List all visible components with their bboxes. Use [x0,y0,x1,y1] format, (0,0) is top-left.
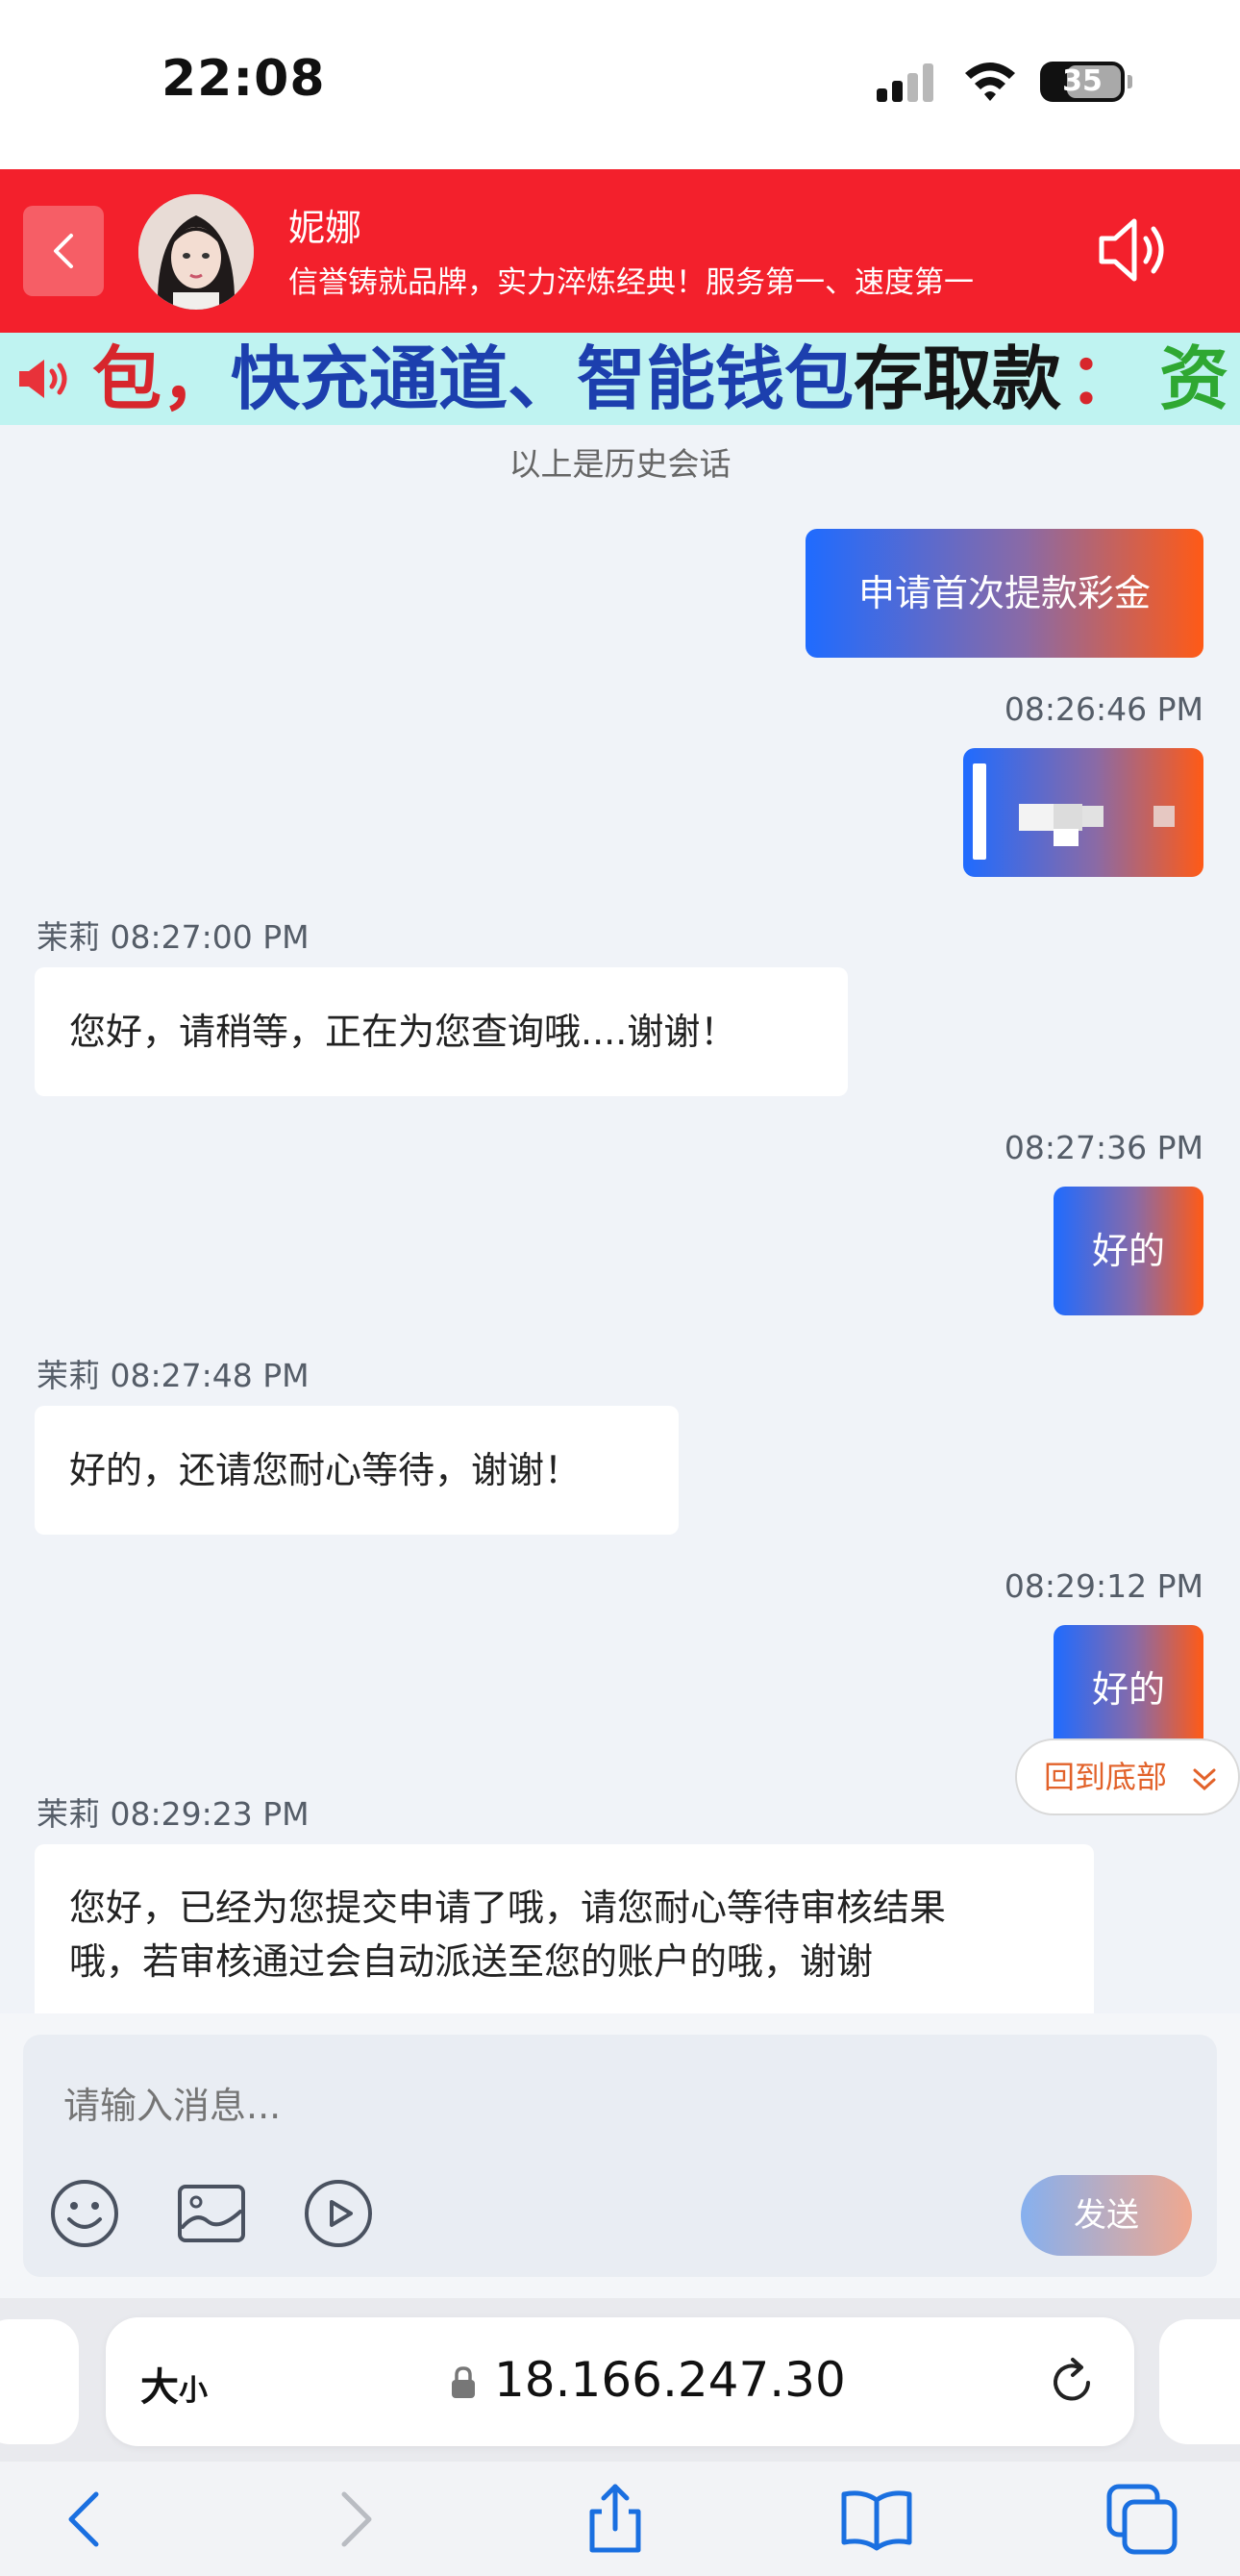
message-time: 08:27:48 PM [110,1357,310,1394]
composer-card: 发送 [23,2035,1217,2277]
marquee-text: 包，快充通道、智能钱包存取款：资 [92,340,1228,417]
agent-tagline: 信誉铸就品牌，实力淬炼经典！服务第一、速度第一 [288,265,974,300]
outgoing-message-bubble[interactable]: 好的 [1054,1625,1203,1754]
text-size-large: 大 [140,2365,179,2410]
battery-icon: 35 [1040,62,1132,102]
message-time: 08:27:36 PM [1004,1129,1203,1166]
marquee-segment: 快充通道、智能钱包 [231,338,855,419]
address-bar[interactable]: 大小 18.166.247.30 [106,2317,1134,2446]
scroll-to-bottom-button[interactable]: 回到底部 [1015,1738,1240,1815]
message-time: 08:29:23 PM [110,1795,310,1833]
browser-address-area: 大小 18.166.247.30 [0,2298,1240,2462]
image-placeholder-pixel [1153,806,1175,827]
double-chevron-down-icon [1193,1768,1216,1791]
reload-icon[interactable] [1046,2356,1100,2410]
sender-name: 茉莉 [37,918,100,956]
outgoing-message-bubble[interactable]: 好的 [1054,1187,1203,1315]
outgoing-message-bubble[interactable]: 申请首次提款彩金 [806,529,1203,658]
marquee-segment: ： [1069,338,1139,419]
bookmarks-icon[interactable] [840,2483,913,2556]
message-line: 您好，已经为您提交申请了哦，请您耐心等待审核结果 [69,1887,947,1929]
message-sender-time: 茉莉 08:29:23 PM [37,1788,310,1835]
image-placeholder-pixel [1019,804,1054,831]
next-tab-preview[interactable] [1159,2319,1240,2444]
message-sender-time: 茉莉 08:27:48 PM [37,1350,310,1396]
message-sender-time: 茉莉 08:27:00 PM [37,912,310,958]
chat-header: 妮娜 信誉铸就品牌，实力淬炼经典！服务第一、速度第一 [0,169,1240,333]
previous-tab-preview[interactable] [0,2319,79,2444]
battery-level: 35 [1062,64,1103,98]
marquee-segment: 包， [92,338,232,419]
message-input[interactable] [63,2085,1025,2127]
sender-name: 茉莉 [37,1357,100,1394]
message-time: 08:27:00 PM [110,918,310,956]
chevron-left-icon [54,234,73,268]
status-time: 22:08 [161,50,326,108]
message-line: 哦，若审核通过会自动派送至您的账户的哦，谢谢 [69,1940,874,1983]
incoming-message-bubble[interactable]: 好的，还请您耐心等待，谢谢！ [35,1406,679,1535]
lock-icon [452,2366,475,2398]
share-icon[interactable] [579,2483,652,2556]
image-icon[interactable] [175,2177,248,2250]
message-time: 08:26:46 PM [1004,690,1203,728]
avatar-portrait-icon [138,194,254,310]
text-size-button[interactable]: 大小 [140,2356,208,2412]
wifi-icon [965,63,1015,101]
incoming-message-bubble[interactable]: 您好，请稍等，正在为您查询哦....谢谢！ [35,967,848,1096]
speaker-icon[interactable] [1094,210,1175,290]
announcement-marquee: 包，快充通道、智能钱包存取款：资 [0,333,1240,425]
agent-name: 妮娜 [288,207,362,249]
scroll-to-bottom-label: 回到底部 [1044,1759,1168,1795]
message-composer: 发送 [0,2013,1240,2298]
agent-avatar[interactable] [138,194,254,310]
message-time: 08:29:12 PM [1004,1567,1203,1605]
marquee-segment: 资 [1159,338,1229,419]
announcement-horn-icon [19,360,67,398]
sender-name: 茉莉 [37,1795,100,1833]
url-text: 18.166.247.30 [494,2352,846,2408]
text-size-small: 小 [179,2374,208,2408]
browser-back-icon[interactable] [50,2483,123,2556]
emoji-icon[interactable] [48,2177,121,2250]
back-button[interactable] [23,206,104,296]
image-placeholder-pixel [1082,806,1104,827]
browser-forward-icon[interactable] [317,2483,390,2556]
video-icon[interactable] [302,2177,375,2250]
browser-toolbar [0,2462,1240,2576]
tabs-icon[interactable] [1105,2483,1178,2556]
cellular-signal-icon [877,63,944,102]
image-placeholder-pixel [1054,829,1079,846]
history-note: 以上是历史会话 [508,445,732,483]
status-bar: 22:08 35 [0,0,1240,169]
incoming-message-bubble[interactable]: 您好，已经为您提交申请了哦，请您耐心等待审核结果 哦，若审核通过会自动派送至您的… [35,1844,1094,2027]
image-placeholder-pixel [1054,804,1082,831]
marquee-segment: 存取款 [854,338,1062,419]
send-button[interactable]: 发送 [1021,2175,1192,2256]
